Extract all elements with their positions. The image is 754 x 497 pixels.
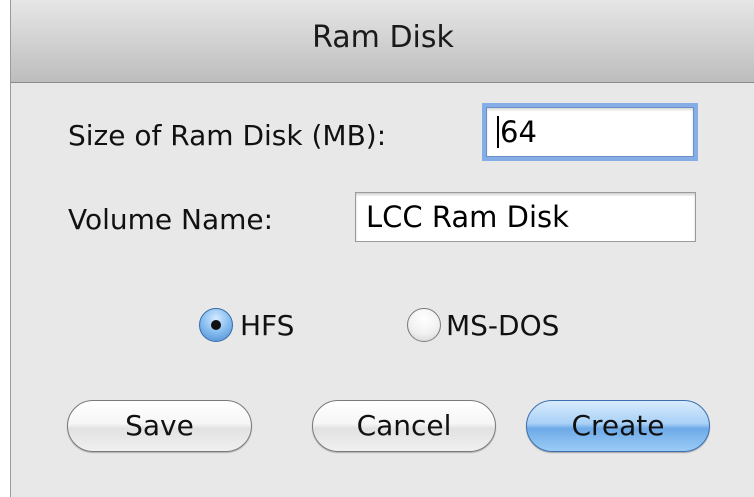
size-input-value: 64 — [500, 115, 537, 149]
volume-name-input[interactable]: LCC Ram Disk — [355, 192, 696, 242]
ms-dos-radio[interactable] — [407, 308, 441, 342]
window-title: Ram Disk — [312, 20, 454, 55]
size-label: Size of Ram Disk (MB): — [68, 119, 387, 152]
volume-name-value: LCC Ram Disk — [366, 200, 569, 234]
ms-dos-label[interactable]: MS-DOS — [446, 309, 559, 342]
ram-disk-dialog: Ram Disk Size of Ram Disk (MB): 64 Volum… — [10, 0, 754, 497]
hfs-radio[interactable] — [199, 308, 233, 342]
size-input[interactable]: 64 — [486, 107, 694, 157]
save-button[interactable]: Save — [67, 400, 252, 452]
radio-selected-dot — [211, 320, 221, 330]
create-button[interactable]: Create — [526, 400, 710, 452]
cancel-button[interactable]: Cancel — [312, 400, 496, 452]
text-cursor — [497, 116, 499, 148]
volume-name-label: Volume Name: — [68, 203, 274, 236]
title-bar[interactable]: Ram Disk — [11, 0, 754, 83]
hfs-label[interactable]: HFS — [240, 309, 294, 342]
